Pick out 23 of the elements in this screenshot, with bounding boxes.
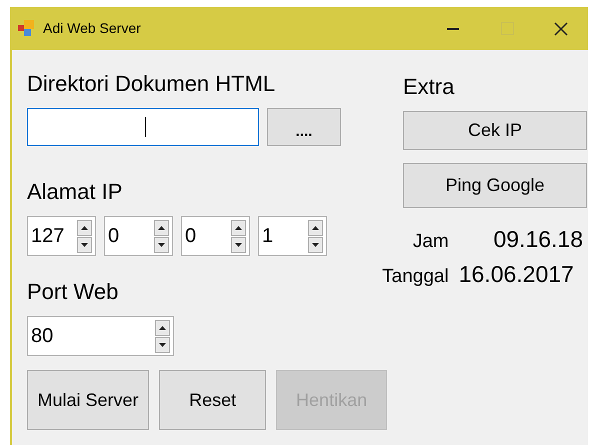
date-value: 16.06.2017: [458, 260, 575, 288]
extra-button[interactable]: Ping Google: [403, 163, 587, 208]
ip-octet-spinner[interactable]: 0: [181, 216, 250, 256]
time-label: Jam: [412, 230, 449, 254]
app-icon: [18, 20, 35, 37]
extra-button[interactable]: Cek IP: [403, 111, 587, 150]
action-button[interactable]: Reset: [159, 370, 266, 430]
ip-octet-spinner[interactable]: 1: [258, 216, 327, 256]
action-button[interactable]: Mulai Server: [27, 370, 150, 430]
field-label: Alamat IP: [27, 178, 124, 206]
port-spinner[interactable]: 80: [27, 316, 174, 356]
ip-octet-spinner[interactable]: 127: [27, 216, 96, 256]
ip-octet-spinner[interactable]: 0: [104, 216, 173, 256]
date-label: Tanggal: [381, 264, 449, 288]
window-title: Adi Web Server: [43, 19, 141, 38]
field-label: Port Web: [27, 278, 120, 306]
time-value: 09.16.18: [492, 225, 583, 254]
directory-input[interactable]: [27, 108, 259, 146]
browse-button[interactable]: ....: [267, 108, 341, 146]
close-icon: [554, 22, 568, 36]
field-label: Direktori Dokumen HTML: [27, 70, 276, 98]
section-title: Extra: [403, 73, 456, 101]
minimize-icon: [447, 28, 459, 30]
